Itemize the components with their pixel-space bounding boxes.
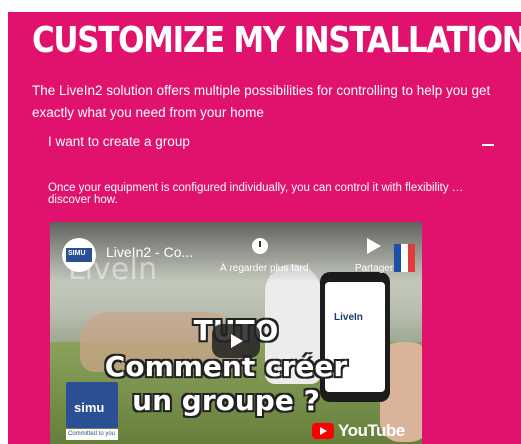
simu-logo: simu <box>66 382 118 428</box>
watch-later-button[interactable]: À regarder plus tard <box>220 238 309 274</box>
customize-section: CUSTOMIZE MY INSTALLATION The LiveIn2 so… <box>8 12 521 444</box>
youtube-label: YouTube <box>338 421 405 440</box>
watch-later-label: À regarder plus tard <box>220 263 309 274</box>
page-margin <box>0 12 8 444</box>
youtube-logo[interactable]: YouTube <box>312 420 412 442</box>
intro-text: The LiveIn2 solution offers multiple pos… <box>32 83 491 120</box>
channel-logo-text: SIMU <box>68 250 86 257</box>
play-icon[interactable] <box>212 324 260 358</box>
share-arrow-icon <box>367 238 381 254</box>
channel-avatar[interactable]: SIMU <box>62 238 96 272</box>
accordion-title: I want to create a group <box>48 134 190 149</box>
video-title[interactable]: LiveIn2 - Co... <box>106 244 193 260</box>
youtube-video-player[interactable]: LiveIn LiveIn SIMU LiveIn2 - Co... À reg… <box>50 222 422 444</box>
simu-tagline: Committed to you <box>66 429 118 440</box>
page-title: CUSTOMIZE MY INSTALLATION <box>32 20 521 61</box>
french-flag-icon <box>394 244 416 272</box>
simu-logo-text: simu <box>74 400 105 415</box>
youtube-play-icon <box>312 423 334 439</box>
clock-icon <box>252 238 268 254</box>
minus-icon[interactable] <box>482 144 494 146</box>
accordion-body-text: Once your equipment is configured indivi… <box>48 182 464 206</box>
accordion-header-create-group[interactable]: I want to create a group <box>32 130 502 158</box>
